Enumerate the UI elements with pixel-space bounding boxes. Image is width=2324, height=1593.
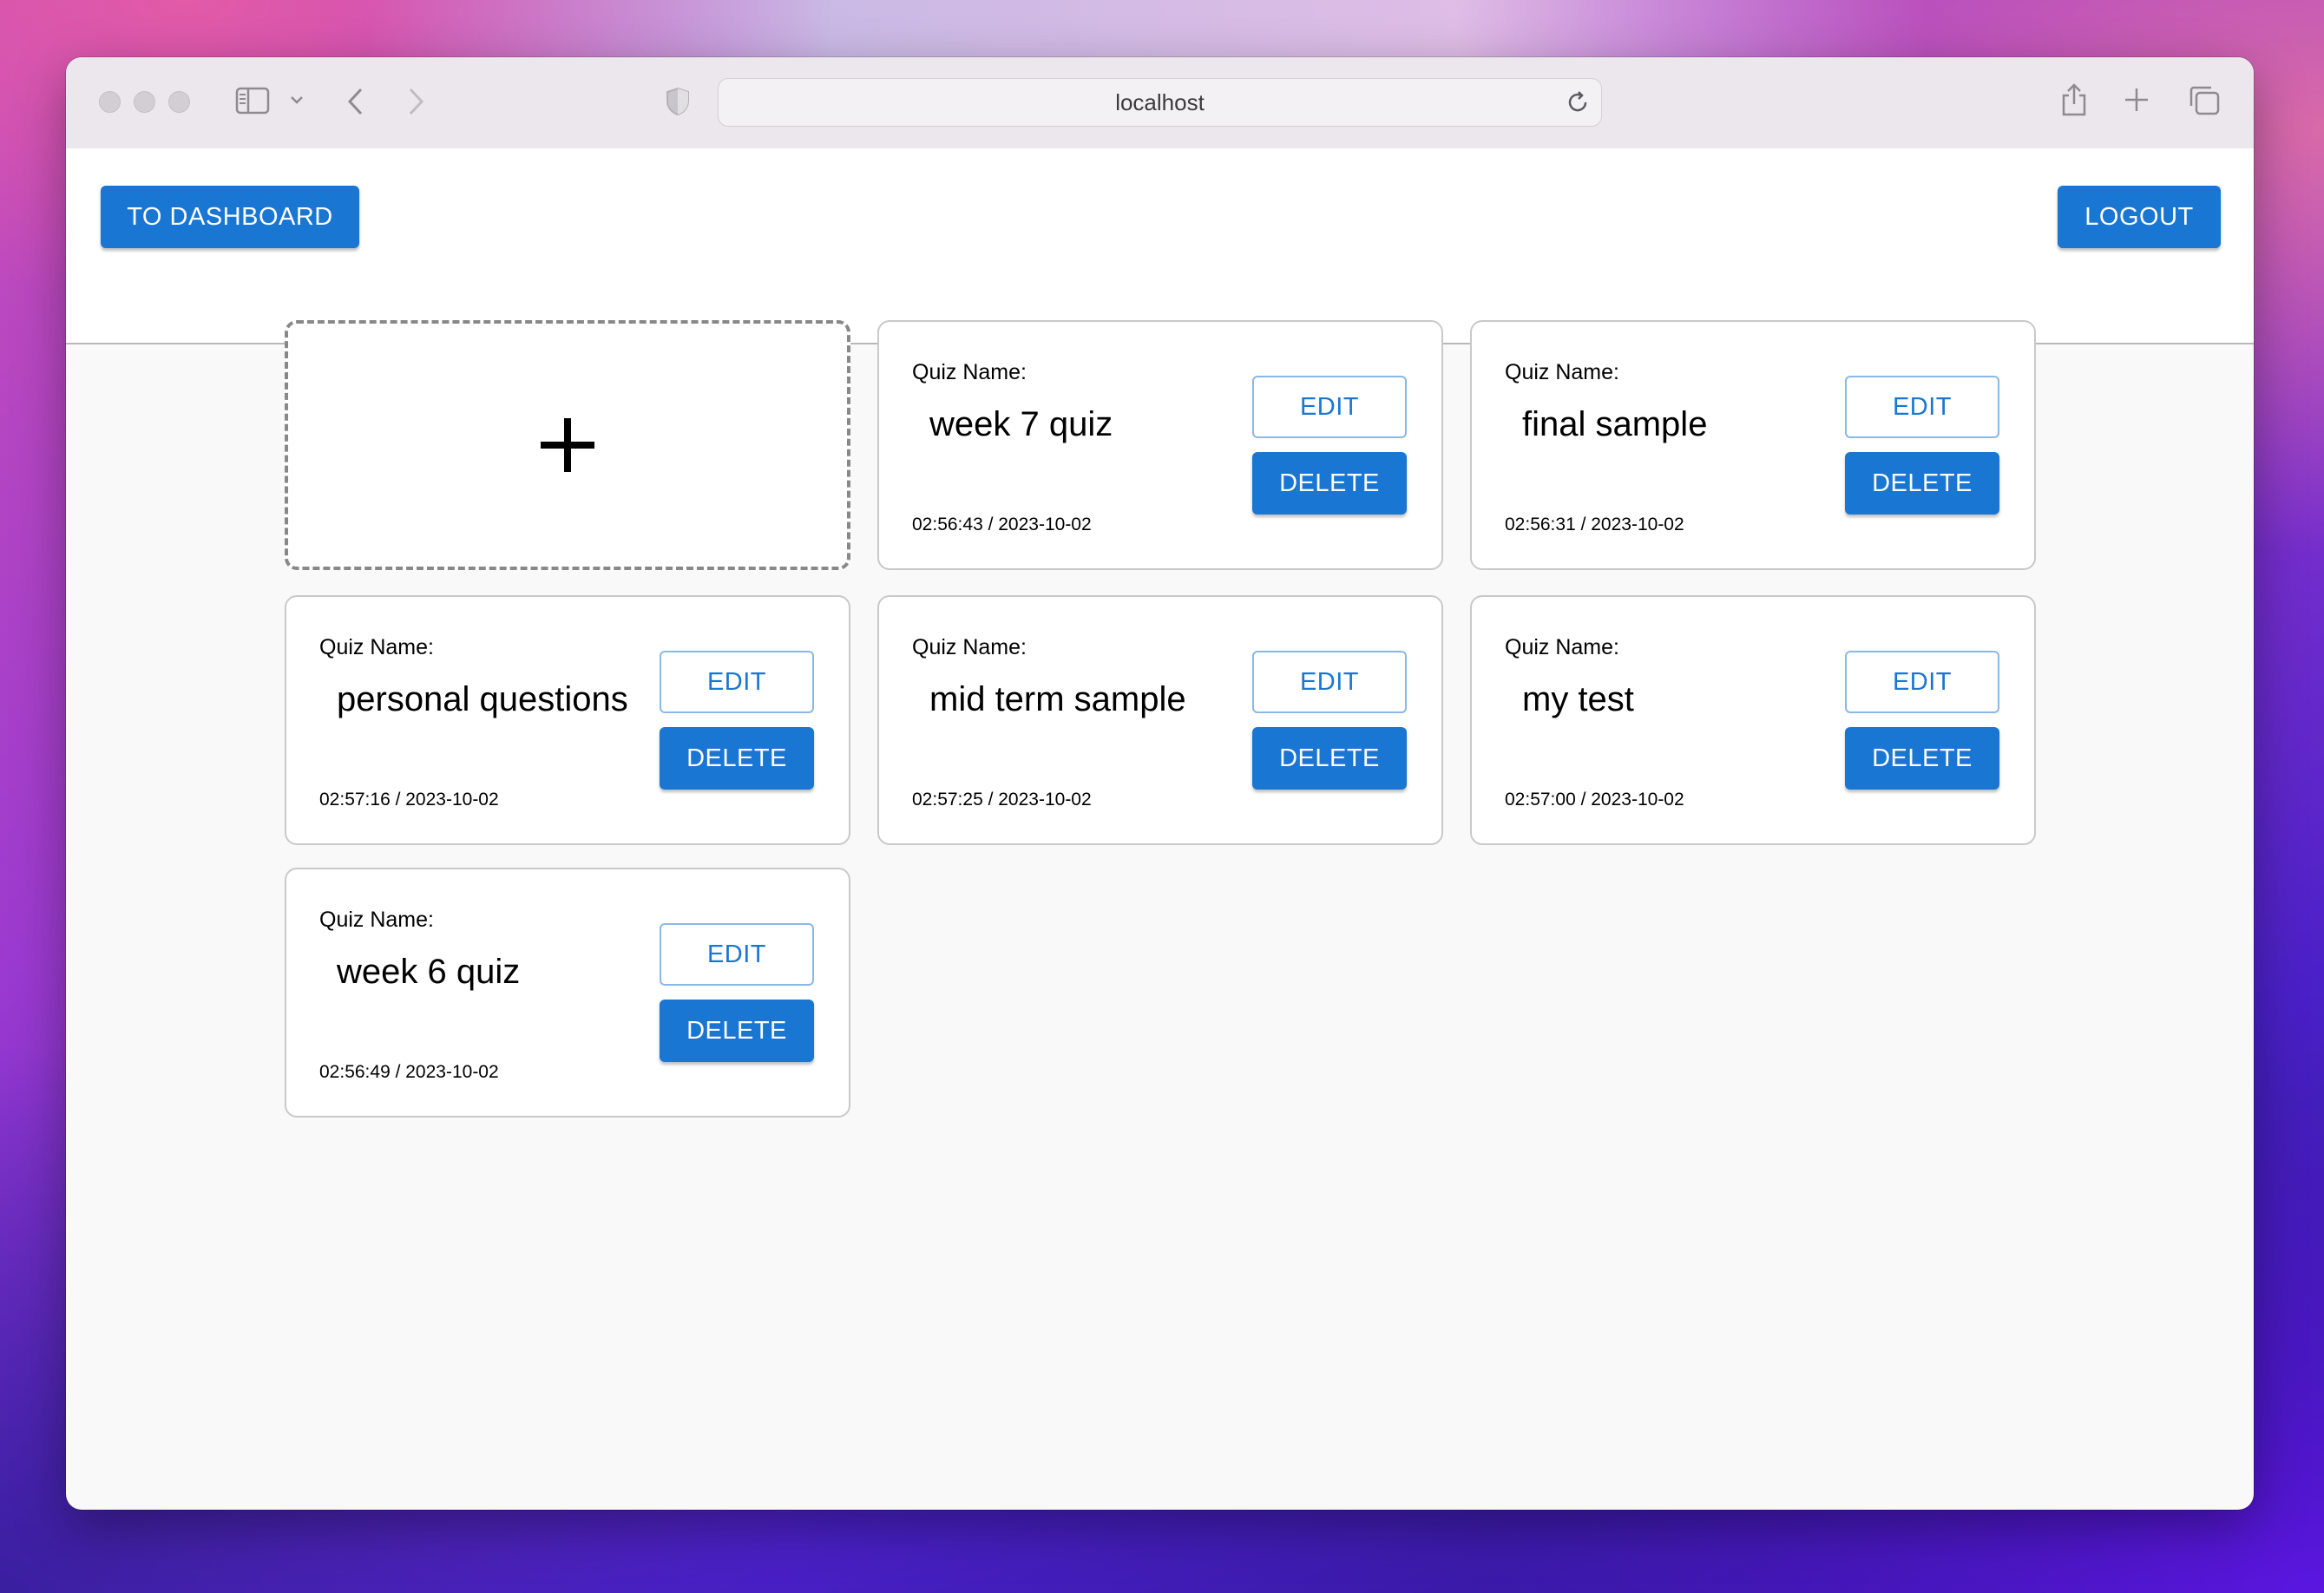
quiz-card: Quiz Name: week 7 quiz 02:56:43 / 2023-1… — [877, 320, 1443, 570]
quiz-timestamp: 02:56:31 / 2023-10-02 — [1505, 515, 1684, 534]
delete-button[interactable]: DELETE — [1845, 727, 1999, 790]
sidebar-icon[interactable] — [235, 87, 270, 119]
quiz-timestamp: 02:56:49 / 2023-10-02 — [319, 1062, 499, 1082]
quiz-name-label: Quiz Name: — [1505, 360, 1619, 384]
app-header: TO DASHBOARD LOGOUT — [66, 148, 2254, 344]
zoom-window-button[interactable] — [168, 91, 190, 113]
quiz-timestamp: 02:56:43 / 2023-10-02 — [912, 515, 1092, 534]
quiz-card: Quiz Name: my test 02:57:00 / 2023-10-02… — [1470, 595, 2036, 845]
edit-button[interactable]: EDIT — [1845, 376, 1999, 438]
quiz-timestamp: 02:57:00 / 2023-10-02 — [1505, 790, 1684, 810]
browser-toolbar: localhost — [66, 57, 2254, 149]
delete-button[interactable]: DELETE — [1252, 727, 1407, 790]
logout-button[interactable]: LOGOUT — [2058, 186, 2221, 248]
new-tab-icon[interactable] — [2124, 87, 2150, 117]
edit-button[interactable]: EDIT — [1845, 651, 1999, 713]
quiz-name: week 7 quiz — [929, 405, 1113, 443]
edit-button[interactable]: EDIT — [1252, 376, 1407, 438]
quiz-card: Quiz Name: week 6 quiz 02:56:49 / 2023-1… — [285, 868, 850, 1118]
quiz-name-label: Quiz Name: — [912, 635, 1027, 659]
quiz-card: Quiz Name: final sample 02:56:31 / 2023-… — [1470, 320, 2036, 570]
reload-icon[interactable] — [1565, 89, 1591, 121]
quiz-name: week 6 quiz — [337, 953, 521, 991]
quiz-name-label: Quiz Name: — [319, 908, 434, 932]
quiz-timestamp: 02:57:25 / 2023-10-02 — [912, 790, 1092, 810]
quiz-name: my test — [1522, 680, 1634, 718]
delete-button[interactable]: DELETE — [1845, 452, 1999, 515]
quiz-name-label: Quiz Name: — [319, 635, 434, 659]
share-icon[interactable] — [2060, 82, 2088, 122]
edit-button[interactable]: EDIT — [660, 651, 814, 713]
plus-icon — [541, 418, 594, 472]
browser-window: localhost TO DASHBOARD LOGOUT Quiz Name:… — [66, 57, 2254, 1510]
forward-icon[interactable] — [407, 86, 426, 121]
edit-button[interactable]: EDIT — [1252, 651, 1407, 713]
url-bar[interactable]: localhost — [718, 78, 1602, 127]
delete-button[interactable]: DELETE — [660, 1000, 814, 1062]
quiz-name: personal questions — [337, 680, 628, 718]
delete-button[interactable]: DELETE — [660, 727, 814, 790]
minimize-window-button[interactable] — [134, 91, 155, 113]
close-window-button[interactable] — [99, 91, 121, 113]
shield-icon — [665, 87, 691, 121]
tabs-overview-icon[interactable] — [2188, 85, 2221, 121]
quiz-name-label: Quiz Name: — [1505, 635, 1619, 659]
add-quiz-card[interactable] — [285, 320, 850, 570]
quiz-timestamp: 02:57:16 / 2023-10-02 — [319, 790, 499, 810]
quiz-name-label: Quiz Name: — [912, 360, 1027, 384]
quiz-name: final sample — [1522, 405, 1708, 443]
back-icon[interactable] — [345, 86, 364, 121]
delete-button[interactable]: DELETE — [1252, 452, 1407, 515]
url-text: localhost — [1115, 88, 1205, 115]
quiz-card: Quiz Name: personal questions 02:57:16 /… — [285, 595, 850, 845]
quiz-card: Quiz Name: mid term sample 02:57:25 / 20… — [877, 595, 1443, 845]
chevron-down-icon[interactable] — [290, 94, 304, 109]
edit-button[interactable]: EDIT — [660, 923, 814, 986]
to-dashboard-button[interactable]: TO DASHBOARD — [101, 186, 359, 248]
quiz-name: mid term sample — [929, 680, 1186, 718]
